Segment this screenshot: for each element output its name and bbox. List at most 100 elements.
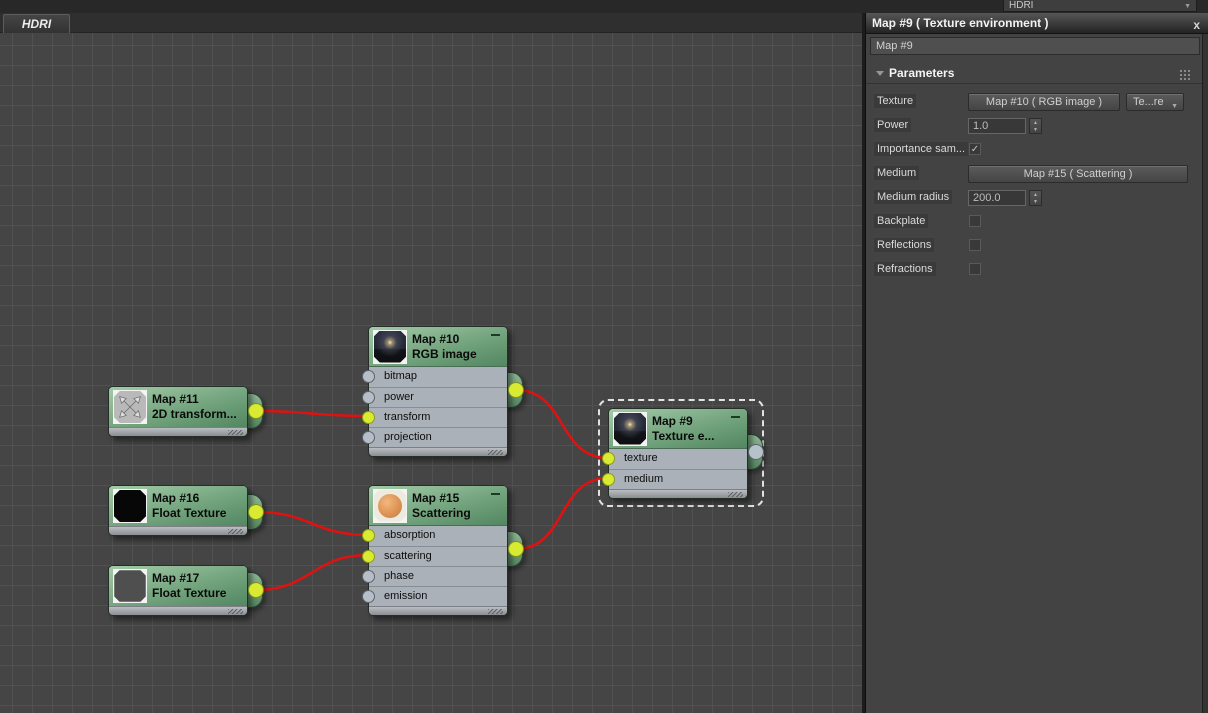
param-label: Texture	[874, 94, 917, 108]
resize-grip-icon[interactable]	[488, 450, 503, 455]
node-titles: Map #17 Float Texture	[152, 571, 226, 601]
node-titles: Map #11 2D transform...	[152, 392, 237, 422]
param-row-medium-radius: Medium radius 200.0 ▲ ▼	[866, 187, 1202, 211]
node-footer	[369, 606, 507, 615]
resize-grip-icon[interactable]	[488, 609, 503, 614]
node-body[interactable]: Map #15 Scattering absorption scattering pha…	[362, 485, 508, 616]
output-socket[interactable]	[508, 541, 524, 557]
node-thumbnail	[613, 411, 647, 446]
input-socket-scattering[interactable]	[362, 550, 375, 563]
node-header[interactable]: Map #10 RGB image	[369, 327, 507, 367]
checkbox[interactable]: ✓	[969, 143, 981, 155]
node-map10[interactable]: Map #10 RGB image bitmap power transform proj…	[362, 326, 524, 457]
minimize-icon[interactable]	[491, 334, 500, 336]
spinner-up-icon[interactable]: ▲	[1030, 120, 1041, 127]
node-title: Map #11	[152, 392, 199, 406]
spinner-down-icon[interactable]: ▼	[1030, 127, 1041, 134]
input-socket-bitmap[interactable]	[362, 370, 375, 383]
output-socket[interactable]	[748, 444, 764, 460]
value-field[interactable]: 1.0	[968, 118, 1026, 134]
node-map16[interactable]: Map #16 Float Texture	[108, 485, 264, 536]
node-body[interactable]: Map #10 RGB image bitmap power transform proj…	[362, 326, 508, 457]
input-socket-absorption[interactable]	[362, 529, 375, 542]
top-bar: HDRI ▼	[0, 0, 1208, 13]
preset-dropdown[interactable]: HDRI ▼	[1003, 0, 1197, 12]
input-socket-texture[interactable]	[602, 452, 615, 465]
resize-grip-icon[interactable]	[728, 492, 743, 497]
preset-dropdown-value: HDRI	[1009, 0, 1034, 11]
node-header[interactable]: Map #16 Float Texture	[109, 486, 247, 526]
node-title: Map #15	[412, 490, 460, 505]
spinner-buttons[interactable]: ▲ ▼	[1029, 118, 1042, 134]
node-editor-canvas[interactable]: Map #11 2D transform... Map #16 Float Textu…	[0, 33, 862, 713]
input-slot-transform: transform	[362, 407, 507, 427]
minimize-icon[interactable]	[731, 416, 740, 418]
view-tab-bar: HDRI	[0, 13, 862, 33]
minimize-icon[interactable]	[491, 493, 500, 495]
connection-wire[interactable]	[514, 388, 610, 460]
tab-hdri[interactable]: HDRI	[3, 14, 70, 33]
node-titles: Map #10 RGB image	[412, 332, 477, 362]
input-socket-transform[interactable]	[362, 411, 375, 424]
spinner-down-icon[interactable]: ▼	[1030, 199, 1041, 206]
input-slot-scattering: scattering	[362, 546, 507, 566]
input-socket-power[interactable]	[362, 391, 375, 404]
node-thumbnail	[373, 488, 407, 523]
slate-material-editor: HDRI ▼ HDRI Map #11 2D transform... Map #1…	[0, 0, 1208, 713]
node-title: Map #9	[652, 413, 693, 428]
node-map17[interactable]: Map #17 Float Texture	[108, 565, 264, 616]
node-input-rows: absorption scattering phase emission	[362, 526, 507, 606]
node-body[interactable]: Map #11 2D transform...	[108, 386, 248, 437]
param-label: Medium radius	[874, 190, 953, 204]
resize-grip-icon[interactable]	[228, 609, 243, 614]
connection-wire[interactable]	[254, 553, 370, 592]
node-body[interactable]: Map #16 Float Texture	[108, 485, 248, 536]
param-row-importance-sam-: Importance sam... ✓	[866, 139, 1202, 163]
input-socket-emission[interactable]	[362, 590, 375, 603]
node-header[interactable]: Map #17 Float Texture	[109, 566, 247, 606]
node-header[interactable]: Map #11 2D transform...	[109, 387, 247, 427]
medium-map-button[interactable]: Map #15 ( Scattering )	[968, 165, 1188, 183]
input-socket-projection[interactable]	[362, 431, 375, 444]
input-slot-medium: medium	[602, 469, 747, 489]
checkbox[interactable]	[969, 215, 981, 227]
node-titles: Map #15 Scattering	[412, 491, 471, 521]
input-socket-medium[interactable]	[602, 473, 615, 486]
connection-wire[interactable]	[254, 510, 370, 537]
spinner-up-icon[interactable]: ▲	[1030, 192, 1041, 199]
node-title: Map #16	[152, 491, 200, 505]
output-socket[interactable]	[248, 582, 264, 598]
node-map9[interactable]: Map #9 Texture e... texture medium	[598, 399, 764, 507]
node-map15[interactable]: Map #15 Scattering absorption scattering pha…	[362, 485, 524, 616]
input-slot-power: power	[362, 387, 507, 407]
resize-grip-icon[interactable]	[228, 430, 243, 435]
node-header[interactable]: Map #15 Scattering	[369, 486, 507, 526]
parameter-rows: Texture Map #10 ( RGB image ) Te...re ▼ Powe…	[866, 13, 1202, 713]
output-socket[interactable]	[248, 504, 264, 520]
input-slot-emission: emission	[362, 586, 507, 606]
resize-grip-icon[interactable]	[228, 529, 243, 534]
node-map11[interactable]: Map #11 2D transform...	[108, 386, 264, 437]
checkbox[interactable]	[969, 239, 981, 251]
checkbox[interactable]	[969, 263, 981, 275]
texture-map-button[interactable]: Map #10 ( RGB image )	[968, 93, 1120, 111]
node-body[interactable]: Map #17 Float Texture	[108, 565, 248, 616]
node-input-rows: texture medium	[602, 449, 747, 489]
panel-scrollbar[interactable]	[1202, 34, 1208, 713]
param-label: Backplate	[874, 214, 929, 228]
node-body[interactable]: Map #9 Texture e... texture medium	[602, 408, 748, 499]
texture-type-dropdown[interactable]: Te...re ▼	[1126, 93, 1184, 111]
connection-wire[interactable]	[254, 409, 370, 418]
output-socket[interactable]	[508, 382, 524, 398]
spinner-buttons[interactable]: ▲ ▼	[1029, 190, 1042, 206]
node-titles: Map #16 Float Texture	[152, 491, 226, 521]
node-header[interactable]: Map #9 Texture e...	[609, 409, 747, 449]
node-title: Map #17	[152, 571, 200, 585]
node-footer	[369, 447, 507, 456]
node-thumbnail	[113, 390, 147, 424]
output-socket[interactable]	[248, 403, 264, 419]
value-field[interactable]: 200.0	[968, 190, 1026, 206]
connection-wire[interactable]	[514, 476, 610, 551]
input-socket-phase[interactable]	[362, 570, 375, 583]
hdri-thumbnail	[614, 412, 646, 445]
